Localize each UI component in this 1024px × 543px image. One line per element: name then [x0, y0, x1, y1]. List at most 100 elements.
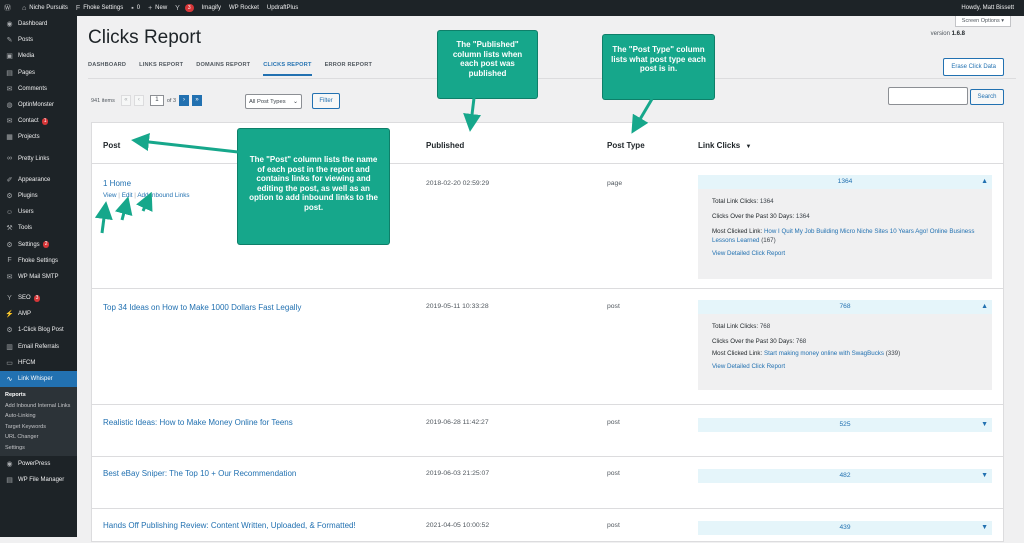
post-title-link[interactable]: 1 Home	[103, 179, 131, 188]
tab-clicks-report[interactable]: CLICKS REPORT	[263, 62, 312, 76]
row-actions: View | Edit | Add Inbound Links	[103, 192, 190, 199]
wordpress-logo[interactable]: Ⓦ	[4, 3, 14, 13]
admin-bar-site-name[interactable]: ⌂ Niche Pursuits	[22, 5, 68, 12]
view-link[interactable]: View	[103, 192, 117, 199]
erase-click-data-button[interactable]: Erase Click Data	[943, 58, 1004, 76]
prev-page-button[interactable]: ‹	[133, 95, 144, 106]
post-title-link[interactable]: Best eBay Sniper: The Top 10 + Our Recom…	[103, 469, 296, 478]
sidebar-item-label: Comments	[18, 85, 48, 92]
sidebar-item-label: Projects	[18, 134, 40, 141]
yoast-icon: Y	[7, 294, 12, 302]
total-link-clicks: Total Link Clicks: 768	[712, 323, 771, 330]
published-date: 2019-06-28 11:42:27	[426, 419, 489, 426]
plugins-icon: ⚙	[6, 192, 13, 200]
sidebar-item-label: Dashboard	[18, 21, 48, 28]
submenu-item-reports[interactable]: Reports	[0, 390, 77, 401]
sidebar-item-label: Users	[18, 209, 34, 216]
sidebar-item-link-whisper[interactable]: ∿ Link Whisper	[0, 370, 77, 388]
sidebar-item-users[interactable]: ☺ Users	[0, 204, 77, 220]
sidebar-item-appearance[interactable]: ✐ Appearance	[0, 172, 77, 188]
current-page-input[interactable]: 1	[149, 95, 164, 106]
admin-bar-updraftplus[interactable]: UpdraftPlus	[267, 5, 298, 11]
sort-indicator-icon: ▼	[745, 144, 752, 150]
sidebar-item-plugins[interactable]: ⚙ Plugins	[0, 188, 77, 204]
admin-bar-account[interactable]: Howdy, Matt Bissett	[961, 5, 1014, 11]
linkwhisper-icon: ∿	[6, 376, 13, 384]
submenu-item-settings[interactable]: Settings	[0, 443, 77, 454]
sidebar-item-comments[interactable]: ✉ Comments	[0, 81, 77, 97]
link-clicks-toggle[interactable]: 482 ▼	[698, 469, 992, 483]
admin-bar-new[interactable]: + New	[148, 5, 167, 12]
tab-domains-report[interactable]: DOMAINS REPORT	[196, 62, 250, 76]
sidebar-item-wp-file-manager[interactable]: ▤ WP File Manager	[0, 472, 77, 488]
clicks-report-table: Post Published Post Type Link Clicks ▼ 1…	[91, 122, 1004, 542]
sidebar-item-tools[interactable]: ⚒ Tools	[0, 220, 77, 236]
column-header-post[interactable]: Post	[103, 141, 120, 150]
sidebar-item-posts[interactable]: ✎ Posts	[0, 32, 77, 48]
sidebar-item-label: Pretty Links	[18, 155, 50, 162]
sidebar-item-1-click-blog-post[interactable]: ⚙ 1-Click Blog Post	[0, 322, 77, 338]
sidebar-item-optinmonster[interactable]: ◍ OptinMonster	[0, 97, 77, 113]
admin-bar-wp-rocket[interactable]: WP Rocket	[229, 5, 259, 11]
sidebar-item-amp[interactable]: ⚡ AMP	[0, 306, 77, 322]
tab-dashboard[interactable]: DASHBOARD	[88, 62, 126, 76]
sidebar-item-seo[interactable]: Y SEO 3	[0, 290, 77, 306]
admin-bar-imagify[interactable]: Imagify	[202, 5, 221, 11]
admin-bar-comments[interactable]: ▪ 0	[131, 5, 140, 12]
post-title-link[interactable]: Top 34 Ideas on How to Make 1000 Dollars…	[103, 303, 301, 312]
wordpress-icon: Ⓦ	[4, 5, 11, 12]
post-title-link[interactable]: Hands Off Publishing Review: Content Wri…	[103, 521, 356, 530]
sidebar-item-dashboard[interactable]: ◉ Dashboard	[0, 16, 77, 32]
search-button[interactable]: Search	[970, 89, 1004, 105]
tab-links-report[interactable]: LINKS REPORT	[139, 62, 183, 76]
add-inbound-links-link[interactable]: Add Inbound Links	[137, 192, 189, 199]
last-page-button[interactable]: »	[192, 95, 203, 106]
link-clicks-toggle[interactable]: 768 ▲	[698, 300, 992, 314]
view-detailed-click-report-link[interactable]: View Detailed Click Report	[712, 358, 992, 371]
view-detailed-click-report-link[interactable]: View Detailed Click Report	[712, 245, 992, 258]
sidebar-item-pretty-links[interactable]: ∞ Pretty Links	[0, 151, 77, 167]
sidebar-item-media[interactable]: ▣ Media	[0, 48, 77, 64]
sidebar-item-powerpress[interactable]: ◉ PowerPress	[0, 456, 77, 472]
tab-error-report[interactable]: ERROR REPORT	[325, 62, 372, 76]
screen-options-button[interactable]: Screen Options ▾	[954, 16, 1011, 27]
sidebar-item-wp-mail-smtp[interactable]: ✉ WP Mail SMTP	[0, 269, 77, 285]
submenu-item-url-changer[interactable]: URL Changer	[0, 432, 77, 443]
page-title: Clicks Report	[88, 27, 201, 48]
sidebar-item-email-referrals[interactable]: ▥ Email Referrals	[0, 339, 77, 355]
column-header-published[interactable]: Published	[426, 141, 464, 150]
most-clicked-link-url[interactable]: Start making money online with SwagBucks	[764, 350, 884, 357]
column-header-post-type[interactable]: Post Type	[607, 141, 645, 150]
submenu-item-auto-linking[interactable]: Auto-Linking	[0, 411, 77, 422]
link-whisper-submenu: Reports Add Inbound Internal Links Auto-Li…	[0, 387, 77, 457]
admin-bar-yoast[interactable]: Y3	[175, 4, 194, 12]
link-clicks-toggle[interactable]: 439 ▼	[698, 521, 992, 535]
report-tabs: DASHBOARD LINKS REPORT DOMAINS REPORT CL…	[88, 62, 385, 76]
next-page-button[interactable]: ›	[179, 95, 190, 106]
edit-link[interactable]: Edit	[122, 192, 133, 199]
submenu-item-add-inbound-internal-links[interactable]: Add Inbound Internal Links	[0, 401, 77, 412]
search-input[interactable]	[888, 87, 968, 105]
plus-icon: +	[148, 4, 153, 12]
sidebar-item-pages[interactable]: ▤ Pages	[0, 65, 77, 81]
pagination: 941 items « ‹ 1 of 3 › »	[91, 95, 203, 106]
yoast-icon: Y	[175, 4, 180, 12]
sidebar-item-hfcm[interactable]: ▭ HFCM	[0, 355, 77, 371]
filemanager-icon: ▤	[6, 477, 13, 485]
admin-bar-fhoke-settings[interactable]: F Fhoke Settings	[76, 5, 123, 12]
appearance-icon: ✐	[6, 176, 13, 184]
sidebar-item-fhoke-settings[interactable]: F Fhoke Settings	[0, 253, 77, 269]
link-clicks-toggle[interactable]: 525 ▼	[698, 418, 992, 432]
post-type: post	[607, 303, 620, 310]
submenu-item-target-keywords[interactable]: Target Keywords	[0, 422, 77, 433]
first-page-button[interactable]: «	[120, 95, 131, 106]
sidebar-item-projects[interactable]: ▦ Projects	[0, 129, 77, 145]
post-type-select[interactable]: All Post Types ⌄	[245, 94, 302, 109]
filter-button[interactable]: Filter	[312, 93, 340, 109]
sidebar-group-tools: ◉ PowerPress ▤ WP File Manager	[0, 456, 77, 488]
link-clicks-toggle[interactable]: 1364 ▲	[698, 175, 992, 189]
sidebar-item-contact[interactable]: ✉ Contact 1	[0, 113, 77, 129]
post-title-link[interactable]: Realistic Ideas: How to Make Money Onlin…	[103, 418, 293, 427]
column-header-link-clicks[interactable]: Link Clicks ▼	[698, 141, 751, 150]
sidebar-item-settings[interactable]: ⚙ Settings 2	[0, 236, 77, 252]
